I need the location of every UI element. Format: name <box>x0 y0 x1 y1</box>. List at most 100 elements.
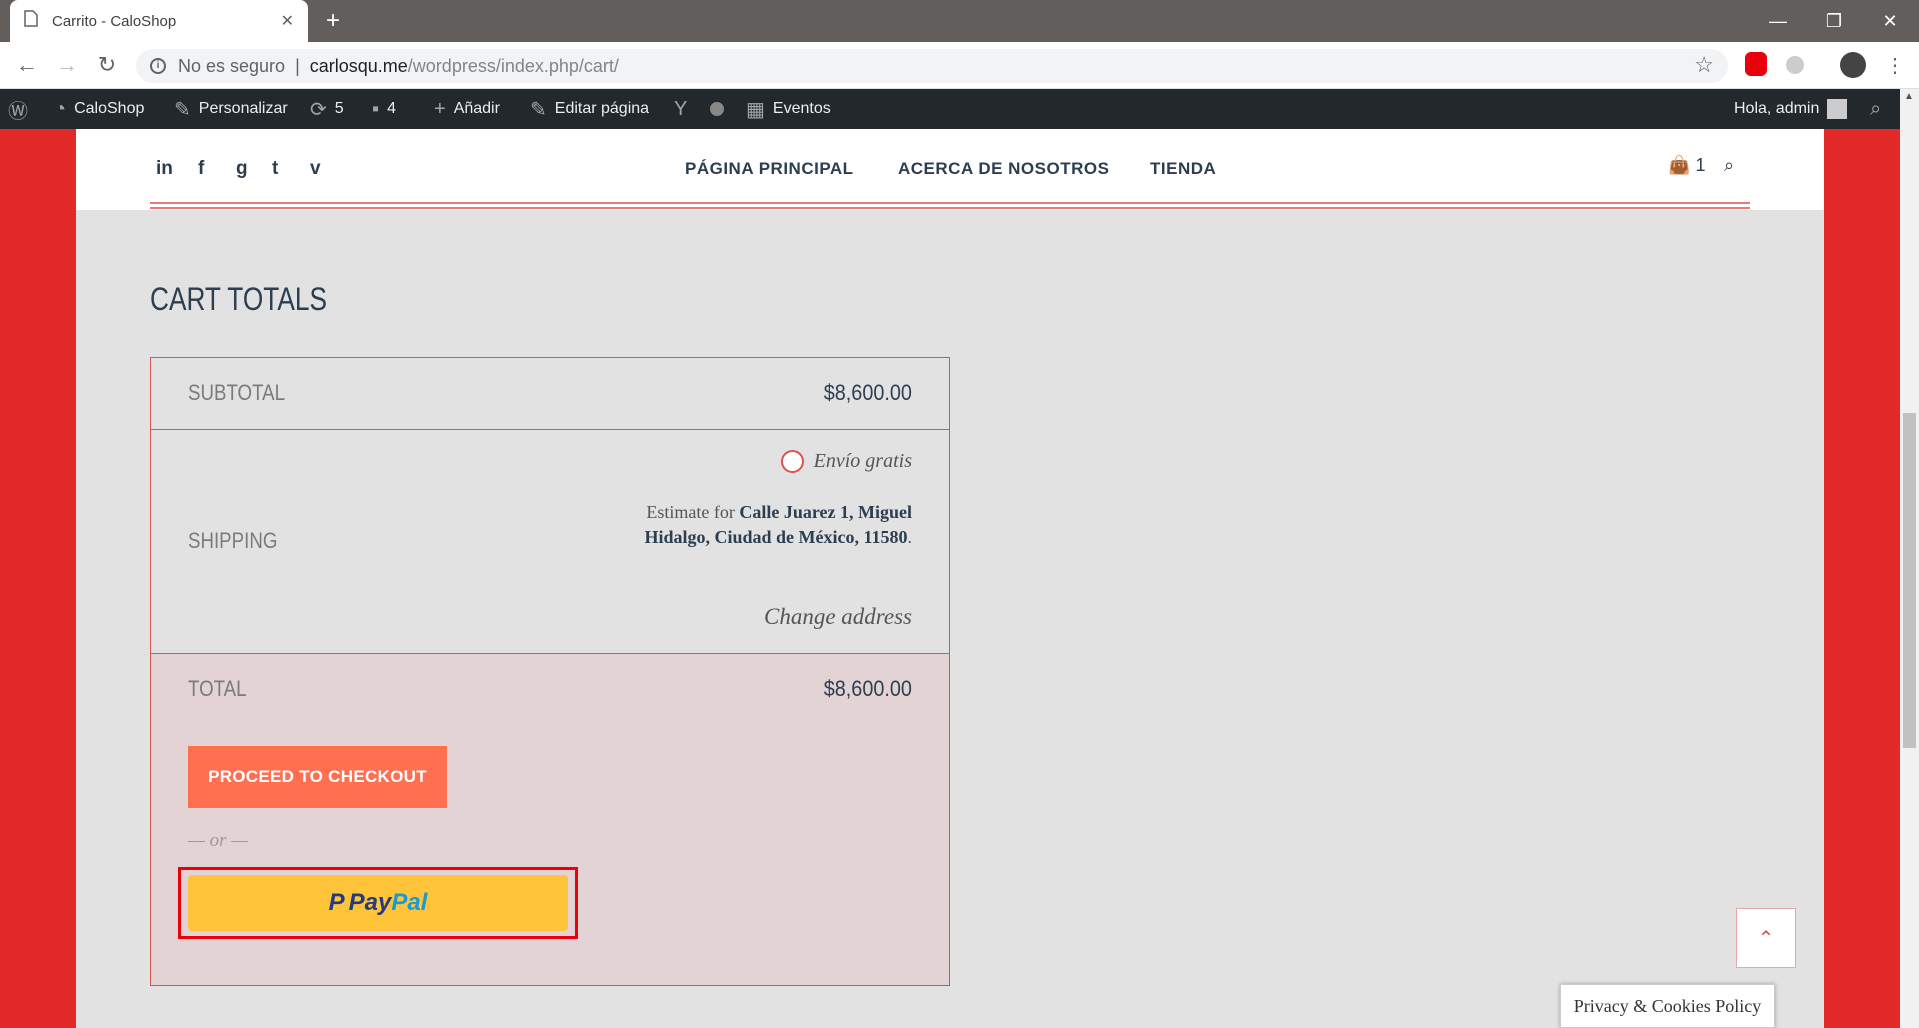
adblock-extension-icon[interactable] <box>1745 52 1767 76</box>
nav-shop[interactable]: TIENDA <box>1150 159 1216 179</box>
wp-admin-bar: Ⓦ ◔ CaloShop ✎ Personalizar ⟳ 5 ▪ 4 + Añadir … <box>0 89 1919 129</box>
url-host: carlosqu.me <box>309 55 408 76</box>
vimeo-icon[interactable]: v <box>310 158 321 180</box>
nav-home[interactable]: PÁGINA PRINCIPAL <box>685 159 854 179</box>
total-label: TOTAL <box>188 676 247 701</box>
info-icon[interactable]: i <box>150 58 166 74</box>
page-content: in f g t v PÁGINA PRINCIPAL ACERCA DE NO… <box>76 129 1824 1028</box>
cart-count: 1 <box>1695 155 1706 175</box>
subtotal-label: SUBTOTAL <box>188 380 285 405</box>
cart-totals-heading: CART TOTALS <box>150 281 327 317</box>
forward-icon[interactable]: → <box>52 50 82 80</box>
scrollbar-thumb[interactable] <box>1903 413 1916 748</box>
back-icon[interactable]: ← <box>12 50 42 80</box>
privacy-policy-link[interactable]: Privacy & Cookies Policy <box>1560 984 1775 1028</box>
page-background: in f g t v PÁGINA PRINCIPAL ACERCA DE NO… <box>0 129 1900 1028</box>
customize-label: Personalizar <box>198 100 288 117</box>
paypal-pay-text: Pay <box>348 889 392 916</box>
page-scrollbar[interactable]: ▲ <box>1900 89 1919 1028</box>
header-divider <box>150 202 1750 204</box>
comments-link[interactable]: ▪ 4 <box>372 89 396 129</box>
reload-icon[interactable]: ↻ <box>92 50 122 80</box>
restore-icon[interactable]: ❐ <box>1806 0 1862 42</box>
paypal-highlight: P Pay Pal <box>178 867 578 939</box>
events-link[interactable]: ▦ Eventos <box>746 89 831 129</box>
twitter-icon[interactable]: t <box>272 158 278 180</box>
site-header: in f g t v PÁGINA PRINCIPAL ACERCA DE NO… <box>76 129 1824 210</box>
status-dot-icon[interactable] <box>710 89 724 129</box>
facebook-icon[interactable]: f <box>198 158 204 180</box>
linkedin-icon[interactable]: in <box>156 158 173 180</box>
pencil-icon: ✎ <box>530 98 547 121</box>
change-address-link[interactable]: Change address <box>764 604 912 630</box>
scroll-to-top-button[interactable]: ⌃ <box>1736 908 1796 968</box>
updates-count: 5 <box>334 100 344 117</box>
cart-totals-table: SUBTOTAL $8,600.00 SHIPPING Envío gratis… <box>150 357 950 986</box>
window-close-icon[interactable]: ✕ <box>1862 0 1918 42</box>
customize-link[interactable]: ✎ Personalizar <box>174 89 288 129</box>
browser-toolbar: ← → ↻ i No es seguro | carlosqu.me/wordp… <box>0 42 1919 89</box>
total-row: TOTAL $8,600.00 PROCEED TO CHECKOUT — or… <box>151 654 949 985</box>
admin-site-link[interactable]: ◔ CaloShop <box>54 89 144 129</box>
dashboard-icon: ◔ <box>54 97 67 120</box>
nav-about[interactable]: ACERCA DE NOSOTROS <box>898 159 1109 179</box>
shipping-label: SHIPPING <box>188 528 278 553</box>
calendar-icon: ▦ <box>746 98 765 121</box>
admin-search-icon[interactable]: ⌕ <box>1870 89 1881 129</box>
shipping-option-label: Envío gratis <box>813 450 912 472</box>
add-new-label: Añadir <box>453 100 500 117</box>
header-divider <box>150 207 1750 209</box>
browser-titlebar: Carrito - CaloShop ✕ + — ❐ ✕ <box>0 0 1919 42</box>
bookmark-star-icon[interactable]: ☆ <box>1694 52 1714 78</box>
estimate-prefix: Estimate for <box>646 502 735 522</box>
new-tab-button[interactable]: + <box>326 6 340 36</box>
page-icon <box>24 10 38 32</box>
subtotal-value: $8,600.00 <box>823 380 912 405</box>
url-path: /wordpress/index.php/cart/ <box>407 55 619 76</box>
minimize-icon[interactable]: — <box>1750 0 1806 42</box>
subtotal-row: SUBTOTAL $8,600.00 <box>151 358 949 430</box>
paypal-pal-text: Pal <box>391 889 428 916</box>
total-value: $8,600.00 <box>823 676 912 701</box>
browser-menu-icon[interactable]: ⋮ <box>1880 50 1910 80</box>
tab-title: Carrito - CaloShop <box>52 12 177 30</box>
profile-avatar[interactable] <box>1840 52 1866 78</box>
or-separator: — or — <box>188 830 249 851</box>
estimate-suffix: . <box>907 527 913 547</box>
url-separator: | <box>295 55 300 76</box>
paypal-button[interactable]: P Pay Pal <box>188 875 568 931</box>
brush-icon: ✎ <box>174 98 191 121</box>
site-name: CaloShop <box>74 100 145 117</box>
shipping-estimate: Estimate for Calle Juarez 1, Miguel Hida… <box>632 500 912 550</box>
plus-icon: + <box>434 97 446 120</box>
paypal-logo-icon: P <box>328 889 345 916</box>
updates-icon: ⟳ <box>310 98 327 121</box>
greeting: Hola, admin <box>1734 100 1820 117</box>
comments-count: 4 <box>387 100 396 117</box>
user-avatar <box>1827 99 1848 119</box>
events-label: Eventos <box>772 100 831 117</box>
cart-link[interactable]: 👜 1 <box>1668 155 1705 176</box>
shipping-radio[interactable] <box>780 450 804 473</box>
scroll-up-arrow-icon[interactable]: ▲ <box>1904 91 1914 102</box>
chevron-up-icon: ⌃ <box>1757 927 1775 950</box>
shipping-option[interactable]: Envío gratis <box>780 450 912 473</box>
edit-page-link[interactable]: ✎ Editar página <box>530 89 649 129</box>
comment-icon: ▪ <box>372 97 380 120</box>
wordpress-logo-icon[interactable]: Ⓦ <box>8 89 28 129</box>
tab-close-icon[interactable]: ✕ <box>281 11 294 31</box>
site-search-icon[interactable]: ⌕ <box>1724 155 1734 176</box>
browser-tab[interactable]: Carrito - CaloShop ✕ <box>10 0 308 42</box>
extension-icon[interactable] <box>1786 56 1804 74</box>
proceed-to-checkout-button[interactable]: PROCEED TO CHECKOUT <box>188 746 447 808</box>
yoast-icon[interactable]: Y <box>674 89 687 129</box>
address-bar[interactable]: i No es seguro | carlosqu.me/wordpress/i… <box>136 49 1728 83</box>
edit-page-label: Editar página <box>554 100 650 117</box>
security-status: No es seguro <box>178 55 286 76</box>
updates-link[interactable]: ⟳ 5 <box>310 89 344 129</box>
shipping-row: SHIPPING Envío gratis Estimate for Calle… <box>151 430 949 654</box>
google-plus-icon[interactable]: g <box>236 158 248 180</box>
account-menu[interactable]: Hola, admin <box>1734 89 1848 129</box>
add-new-link[interactable]: + Añadir <box>434 89 500 129</box>
cart-icon: 👜 <box>1668 155 1691 175</box>
